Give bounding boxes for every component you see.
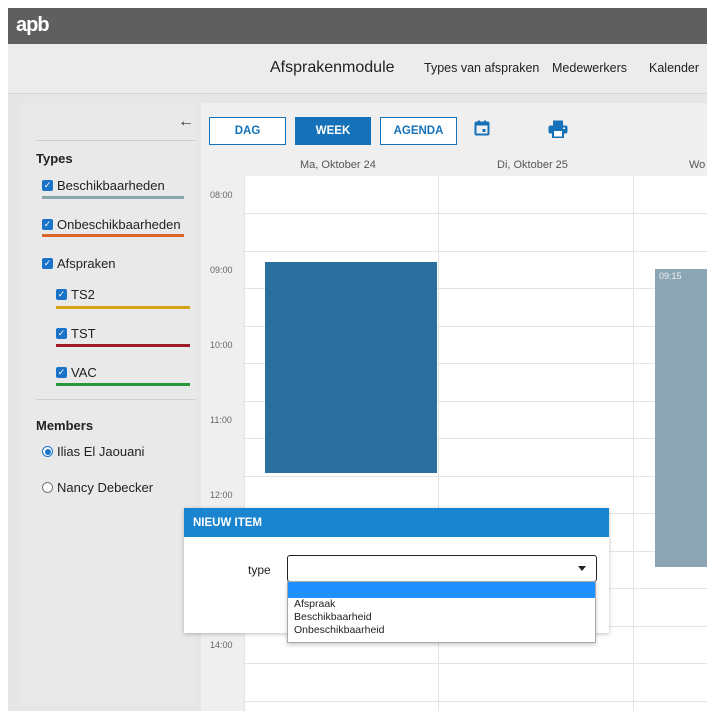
day-header-wednesday: Wo: [689, 159, 706, 171]
nav-link-medewerkers[interactable]: Medewerkers: [552, 61, 627, 75]
type-filter-onbeschikbaarheden[interactable]: ✓ Onbeschikbaarheden: [42, 217, 181, 232]
type-color-bar: [42, 234, 184, 237]
checkbox-checked-icon[interactable]: ✓: [56, 367, 67, 378]
type-filter-label: Afspraken: [57, 256, 116, 271]
event-block-wednesday[interactable]: 09:15: [655, 269, 707, 567]
radio-unselected-icon[interactable]: [42, 482, 53, 493]
event-block-monday[interactable]: [265, 262, 437, 473]
subtype-filter-label: TST: [71, 326, 96, 341]
type-filter-afspraken[interactable]: ✓ Afspraken: [42, 256, 116, 271]
member-label: Ilias El Jaouani: [57, 444, 145, 459]
top-bar: apb: [8, 8, 707, 44]
hour-label: 12:00: [210, 490, 233, 500]
day-header-tuesday: Di, Oktober 25: [497, 159, 568, 171]
grid-line: [244, 701, 707, 702]
dropdown-option-afspraak[interactable]: Afspraak: [288, 598, 595, 611]
radio-selected-icon[interactable]: [42, 446, 53, 457]
member-option-nancy[interactable]: Nancy Debecker: [42, 480, 153, 495]
subtype-filter-label: VAC: [71, 365, 97, 380]
hour-label: 11:00: [210, 415, 232, 425]
members-heading: Members: [36, 418, 94, 433]
view-day-button[interactable]: DAG: [209, 117, 286, 145]
subtype-filter-ts2[interactable]: ✓ TS2: [56, 287, 95, 302]
sidebar: ← Types ✓ Beschikbaarheden ✓ Onbeschikba…: [20, 103, 197, 703]
view-week-button[interactable]: WEEK: [295, 117, 371, 145]
type-color-bar: [56, 306, 190, 309]
checkbox-checked-icon[interactable]: ✓: [42, 258, 53, 269]
grid-line: [244, 251, 707, 252]
type-color-bar: [42, 196, 184, 199]
type-dropdown-list: Afspraak Beschikbaarheid Onbeschikbaarhe…: [287, 581, 596, 643]
hour-label: 10:00: [210, 340, 233, 350]
type-select[interactable]: [287, 555, 597, 582]
arrow-left-icon[interactable]: ←: [178, 113, 194, 131]
grid-line: [244, 213, 707, 214]
event-time-label: 09:15: [659, 271, 682, 281]
day-header-monday: Ma, Oktober 24: [300, 159, 376, 171]
dropdown-option-empty[interactable]: [288, 582, 595, 598]
member-label: Nancy Debecker: [57, 480, 154, 495]
grid-line: [244, 663, 707, 664]
checkbox-checked-icon[interactable]: ✓: [42, 180, 53, 191]
nav-link-kalender[interactable]: Kalender: [649, 61, 699, 75]
print-icon[interactable]: [548, 120, 568, 143]
subtype-filter-vac[interactable]: ✓ VAC: [56, 365, 97, 380]
app-title[interactable]: Afsprakenmodule: [270, 59, 395, 77]
calendar-toolbar: DAG WEEK AGENDA: [201, 103, 707, 154]
divider: [36, 399, 196, 400]
nav-link-types[interactable]: Types van afspraken: [424, 61, 539, 75]
calendar-icon[interactable]: [474, 120, 490, 141]
nav-bar: Afsprakenmodule Types van afspraken Mede…: [8, 44, 707, 94]
view-agenda-button[interactable]: AGENDA: [380, 117, 457, 145]
type-color-bar: [56, 344, 190, 347]
hour-label: 09:00: [210, 265, 233, 275]
chevron-down-icon[interactable]: [578, 566, 586, 571]
type-filter-beschikbaarheden[interactable]: ✓ Beschikbaarheden: [42, 178, 165, 193]
brand-logo[interactable]: apb: [16, 14, 50, 37]
hour-label: 14:00: [210, 640, 233, 650]
divider: [36, 140, 196, 141]
checkbox-checked-icon[interactable]: ✓: [56, 289, 67, 300]
types-heading: Types: [36, 151, 73, 166]
day-header-row: [201, 154, 707, 176]
dropdown-option-beschikbaarheid[interactable]: Beschikbaarheid: [288, 611, 595, 624]
type-color-bar: [56, 383, 190, 386]
dialog-title: NIEUW ITEM: [184, 508, 609, 537]
type-field-label: type: [248, 563, 271, 577]
grid-line: [244, 476, 707, 477]
dropdown-option-onbeschikbaarheid[interactable]: Onbeschikbaarheid: [288, 624, 595, 637]
checkbox-checked-icon[interactable]: ✓: [56, 328, 67, 339]
checkbox-checked-icon[interactable]: ✓: [42, 219, 53, 230]
subtype-filter-label: TS2: [71, 287, 95, 302]
subtype-filter-tst[interactable]: ✓ TST: [56, 326, 96, 341]
hour-label: 08:00: [210, 190, 233, 200]
type-filter-label: Beschikbaarheden: [57, 178, 165, 193]
grid-column-line: [633, 176, 634, 711]
type-filter-label: Onbeschikbaarheden: [57, 217, 181, 232]
member-option-ilias[interactable]: Ilias El Jaouani: [42, 444, 144, 459]
